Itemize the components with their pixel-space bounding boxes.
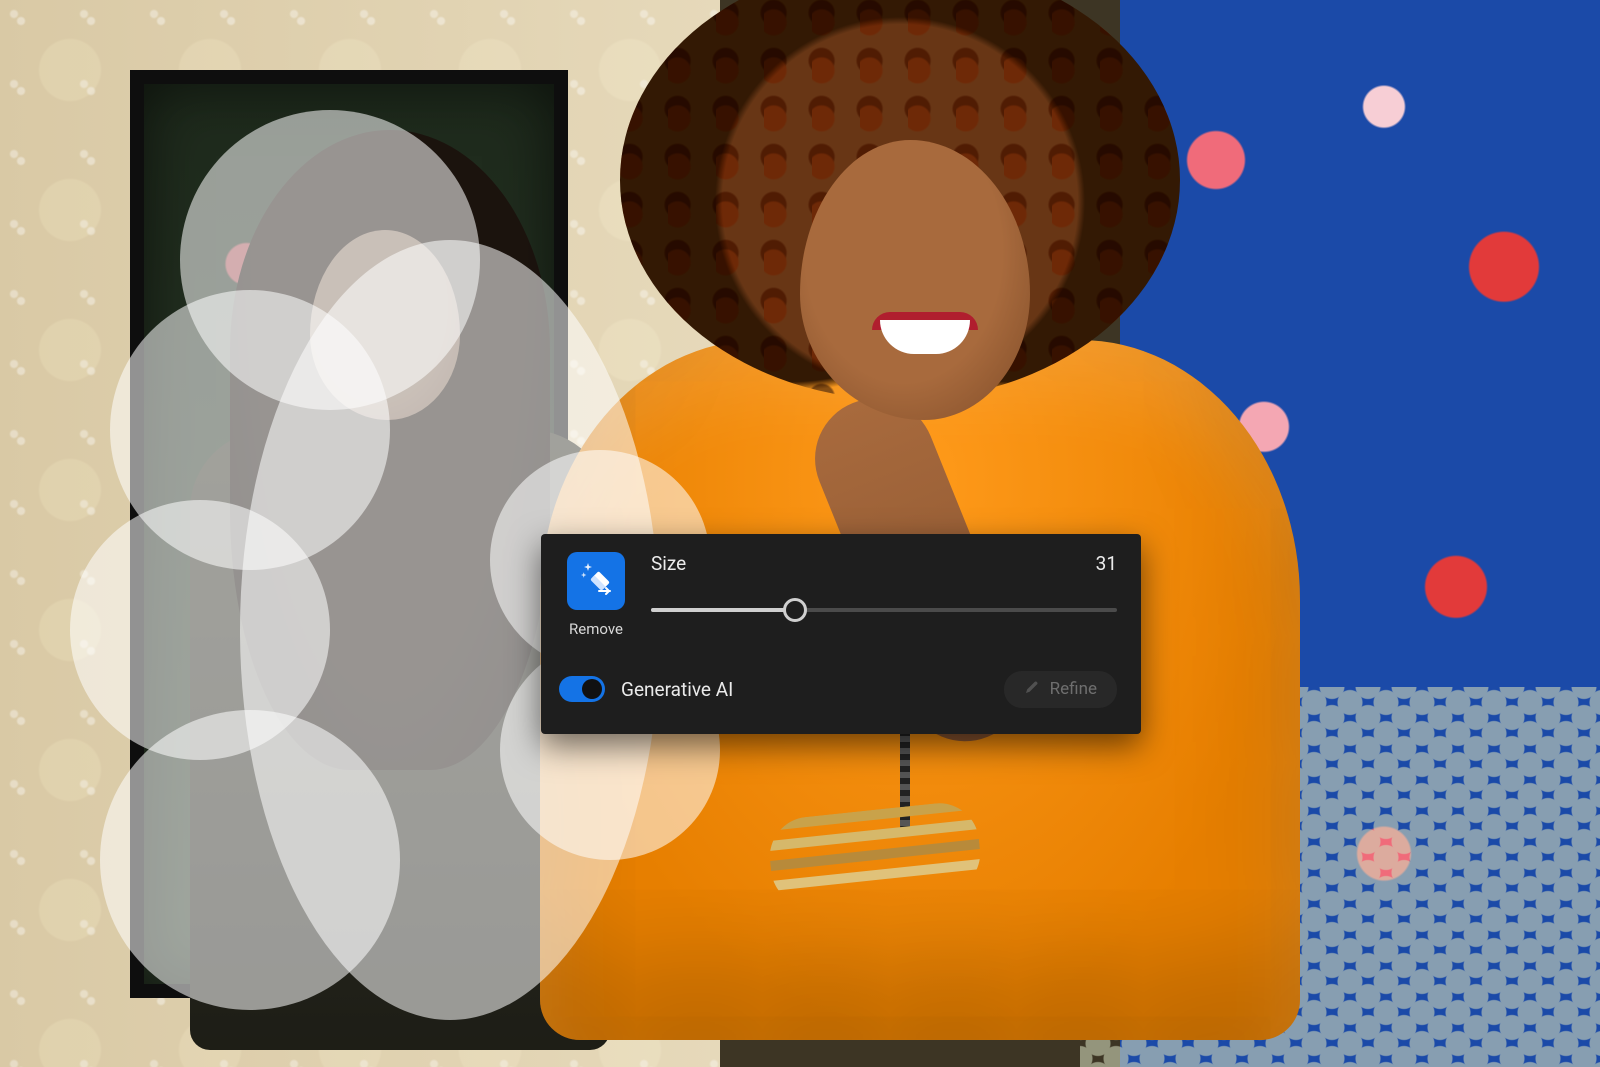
- slider-thumb[interactable]: [783, 598, 807, 622]
- toggle-knob: [582, 679, 602, 699]
- slider-fill: [651, 608, 795, 612]
- pencil-icon: [1024, 679, 1040, 700]
- size-slider[interactable]: [651, 596, 1117, 624]
- photo-canvas[interactable]: Remove Size 31 Generative AI: [0, 0, 1600, 1067]
- remove-tool-label: Remove: [569, 620, 623, 638]
- generative-ai-toggle[interactable]: [559, 676, 605, 702]
- remove-tool-button[interactable]: [567, 552, 625, 610]
- refine-button[interactable]: Refine: [1004, 671, 1117, 708]
- remove-tool-panel: Remove Size 31 Generative AI: [541, 534, 1141, 734]
- size-slider-value: 31: [1096, 552, 1117, 575]
- eraser-sparkle-icon: [578, 561, 614, 601]
- size-slider-label: Size: [651, 552, 686, 575]
- refine-button-label: Refine: [1050, 679, 1097, 699]
- generative-ai-label: Generative AI: [621, 678, 733, 701]
